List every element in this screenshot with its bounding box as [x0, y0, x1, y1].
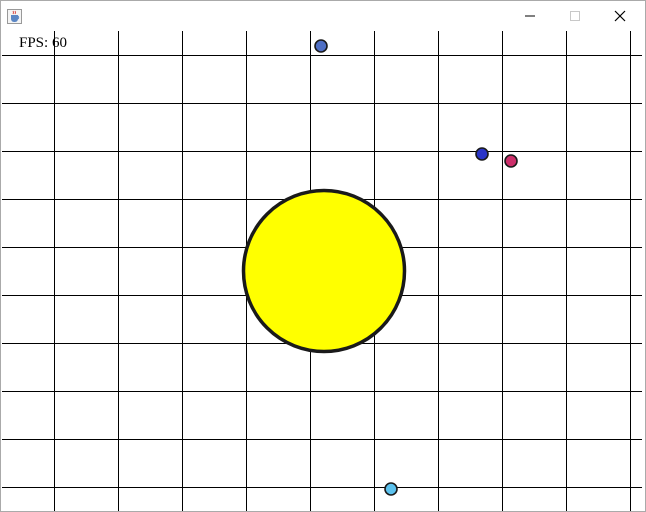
- simulation-canvas[interactable]: [2, 31, 642, 511]
- close-icon: [614, 10, 626, 22]
- app-window: FPS: 60: [0, 0, 646, 512]
- close-button[interactable]: [597, 1, 643, 31]
- maximize-button: [552, 1, 598, 31]
- maximize-icon: [570, 11, 580, 21]
- planet-light-blue: [384, 482, 398, 496]
- planet-blue-top: [314, 39, 328, 53]
- planet-dark-blue: [475, 147, 489, 161]
- minimize-icon: [525, 15, 535, 17]
- sun: [241, 188, 407, 354]
- planet-magenta: [504, 154, 518, 168]
- minimize-button[interactable]: [507, 1, 553, 31]
- title-bar[interactable]: [1, 1, 645, 31]
- fps-counter: FPS: 60: [19, 35, 67, 51]
- java-cup-icon[interactable]: [7, 9, 22, 24]
